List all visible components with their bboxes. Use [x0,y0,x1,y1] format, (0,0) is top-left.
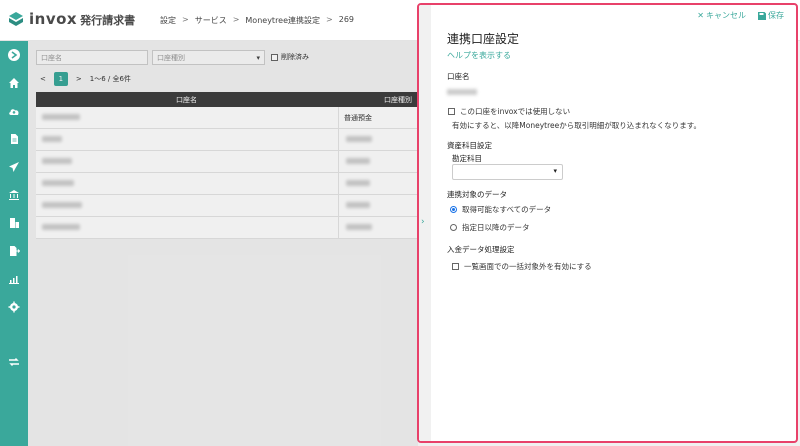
cancel-button[interactable]: ✕ キャンセル [697,10,746,21]
radio-all-data[interactable] [450,206,457,213]
logo-text: invox [29,10,78,28]
radio-after-date[interactable] [450,224,457,231]
asset-section-label: 資産科目設定 [447,141,492,150]
bank-icon[interactable] [7,188,21,202]
building-icon[interactable] [7,216,21,230]
sidebar [0,41,28,446]
unused-note: 有効にすると、以降Moneytreeから取引明細が取り込まれなくなります。 [452,121,701,130]
unused-checkbox-label: この口座をinvoxでは使用しない [460,107,571,116]
breadcrumb-service[interactable]: サービス [195,15,227,26]
breadcrumb: 設定 > サービス > Moneytree連携設定 > 269 [160,15,354,26]
send-icon[interactable] [7,160,21,174]
cancel-label: キャンセル [706,11,746,20]
exclude-checkbox-label: 一覧画面での一括対象外を有効にする [464,262,592,271]
radio-after-date-label: 指定日以降のデータ [462,223,530,232]
breadcrumb-separator: > [182,15,189,24]
unused-checkbox[interactable] [448,108,455,115]
save-label: 保存 [768,11,784,20]
panel-title: 連携口座設定 [447,32,520,46]
account-settings-panel: › ✕ キャンセル 保存 連携口座設定 ヘルプを表示する 口座名 この口座をin… [417,3,798,443]
arrow-right-circle-icon[interactable] [7,48,21,62]
chevron-right-icon[interactable]: › [421,217,425,227]
deposit-section-label: 入金データ処理設定 [447,245,515,254]
help-link[interactable]: ヘルプを表示する [447,50,511,61]
account-name-value [447,89,477,95]
account-name-label: 口座名 [447,72,470,81]
breadcrumb-moneytree[interactable]: Moneytree連携設定 [245,15,320,26]
logo[interactable]: invox 発行請求書 [8,10,135,28]
account-title-label: 勘定科目 [452,154,482,163]
account-title-select[interactable] [452,164,563,180]
chart-icon[interactable] [7,272,21,286]
breadcrumb-separator: > [232,15,240,24]
breadcrumb-current: 269 [338,15,355,24]
target-section-label: 連携対象のデータ [447,190,507,199]
exclude-checkbox[interactable] [452,263,459,270]
transfer-icon[interactable] [7,355,21,369]
file-export-icon[interactable] [7,244,21,258]
breadcrumb-settings[interactable]: 設定 [160,15,176,26]
cloud-upload-icon[interactable] [7,104,21,118]
main-content: 口座名 口座種別 削除済み < 1 > 1〜6 / 全6件 口座名 口座種別 普… [28,41,418,446]
save-icon [758,11,766,20]
breadcrumb-separator: > [326,15,333,24]
dim-overlay [28,41,418,446]
document-icon[interactable] [7,132,21,146]
radio-all-data-label: 取得可能なすべてのデータ [462,205,552,214]
gear-icon[interactable] [7,300,21,314]
home-icon[interactable] [7,76,21,90]
logo-icon [9,12,23,26]
panel-actions: ✕ キャンセル 保存 [697,10,784,21]
logo-subtitle: 発行請求書 [80,14,136,27]
panel-collapse-strip[interactable]: › [419,5,431,441]
save-button[interactable]: 保存 [758,10,784,21]
close-icon: ✕ [697,11,704,20]
